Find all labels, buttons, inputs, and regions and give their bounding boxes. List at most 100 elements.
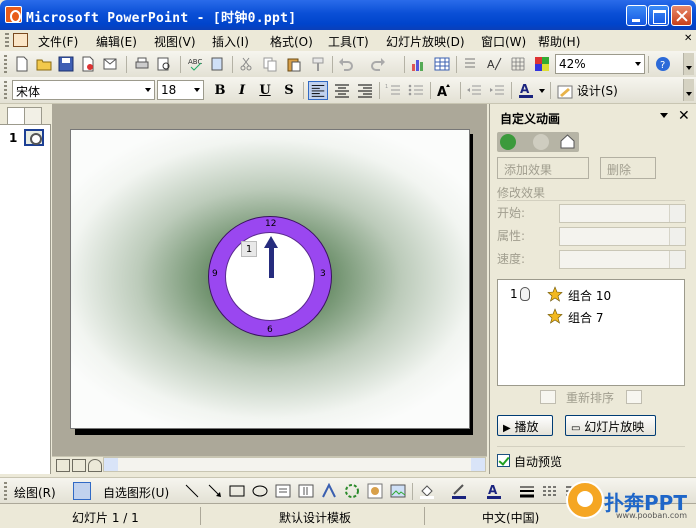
- arrow-icon[interactable]: [207, 483, 223, 499]
- toolbar-grip[interactable]: [4, 81, 7, 100]
- slide-thumbnail[interactable]: [24, 129, 44, 146]
- diagram-icon[interactable]: [344, 483, 360, 499]
- wordart-icon[interactable]: [321, 483, 337, 499]
- bold-button[interactable]: B: [210, 81, 230, 100]
- forward-icon[interactable]: [533, 134, 549, 150]
- spelling-icon[interactable]: ABC: [188, 56, 204, 72]
- close-button[interactable]: [671, 5, 692, 26]
- menu-tools[interactable]: 工具(T): [328, 33, 369, 50]
- italic-button[interactable]: I: [232, 81, 252, 100]
- animation-order-tag[interactable]: 1: [241, 241, 257, 257]
- outline-tab[interactable]: [7, 107, 25, 124]
- chevron-down-icon[interactable]: [660, 113, 668, 118]
- toolbar-overflow-button[interactable]: [683, 79, 694, 101]
- toolbar-overflow-button[interactable]: [683, 53, 694, 75]
- decrease-indent-icon[interactable]: [466, 82, 482, 98]
- maximize-button[interactable]: [648, 5, 669, 26]
- move-up-button[interactable]: [540, 390, 556, 404]
- shadow-button[interactable]: S: [279, 81, 299, 100]
- chevron-down-icon[interactable]: [539, 89, 545, 93]
- vertical-textbox-icon[interactable]: [298, 483, 314, 499]
- chevron-down-icon[interactable]: [635, 62, 641, 66]
- line-color-icon[interactable]: [451, 483, 467, 499]
- clipart-icon[interactable]: [367, 483, 383, 499]
- menu-view[interactable]: 视图(V): [154, 33, 196, 50]
- chevron-down-icon[interactable]: [145, 88, 151, 92]
- menu-edit[interactable]: 编辑(E): [96, 33, 137, 50]
- menu-window[interactable]: 窗口(W): [481, 33, 526, 50]
- line-style-icon[interactable]: [519, 483, 535, 499]
- powerpoint-app-icon[interactable]: [5, 6, 22, 23]
- scroll-left-button[interactable]: [104, 458, 118, 471]
- numbering-icon[interactable]: 1: [385, 82, 401, 98]
- insert-chart-icon[interactable]: [410, 56, 426, 72]
- bullets-icon[interactable]: [408, 82, 424, 98]
- menu-format[interactable]: 格式(O): [270, 33, 313, 50]
- select-pointer-icon[interactable]: [73, 482, 91, 500]
- open-icon[interactable]: [36, 56, 52, 72]
- underline-button[interactable]: U: [255, 81, 275, 100]
- rectangle-icon[interactable]: [229, 483, 245, 499]
- font-size-combo[interactable]: 18: [157, 80, 204, 100]
- fill-color-icon[interactable]: [419, 483, 435, 499]
- slides-tab[interactable]: [24, 107, 42, 124]
- document-icon[interactable]: [13, 33, 28, 47]
- move-down-button[interactable]: [626, 390, 642, 404]
- start-select[interactable]: [559, 204, 686, 223]
- print-icon[interactable]: [134, 56, 150, 72]
- horizontal-scrollbar[interactable]: [103, 457, 486, 472]
- menu-grip[interactable]: [5, 33, 9, 48]
- new-icon[interactable]: [14, 56, 30, 72]
- slideshow-button[interactable]: ▭ 幻灯片放映: [565, 415, 656, 436]
- list-item[interactable]: 组合 7: [498, 306, 684, 326]
- expand-all-icon[interactable]: [462, 56, 478, 72]
- menu-insert[interactable]: 插入(I): [212, 33, 249, 50]
- format-painter-icon[interactable]: [310, 56, 326, 72]
- speed-select[interactable]: [559, 250, 686, 269]
- slide-sorter-view-icon[interactable]: [72, 459, 86, 472]
- undo-icon[interactable]: [338, 56, 354, 72]
- print-preview-icon[interactable]: [156, 56, 172, 72]
- autopreview-checkbox[interactable]: [497, 454, 510, 467]
- line-icon[interactable]: [184, 483, 200, 499]
- close-icon[interactable]: ✕: [678, 108, 690, 124]
- show-formatting-icon[interactable]: A: [486, 56, 502, 72]
- color-grayscale-icon[interactable]: [534, 56, 550, 72]
- scroll-right-button[interactable]: [471, 458, 485, 471]
- slideshow-view-icon[interactable]: [88, 459, 102, 472]
- zoom-combo[interactable]: 42%: [555, 54, 645, 74]
- align-left-icon[interactable]: [308, 81, 328, 100]
- redo-icon[interactable]: [370, 56, 386, 72]
- font-combo[interactable]: 宋体: [12, 80, 155, 100]
- toolbar-grip[interactable]: [4, 55, 7, 74]
- menu-close-icon[interactable]: ✕: [684, 33, 693, 47]
- list-item[interactable]: 1 组合 10: [498, 284, 684, 304]
- align-right-icon[interactable]: [355, 81, 375, 100]
- menu-slideshow[interactable]: 幻灯片放映(D): [386, 33, 465, 50]
- permission-icon[interactable]: [80, 56, 96, 72]
- save-icon[interactable]: [58, 56, 74, 72]
- menu-file[interactable]: 文件(F): [38, 33, 78, 50]
- increase-indent-icon[interactable]: [489, 82, 505, 98]
- home-icon[interactable]: [559, 133, 576, 150]
- email-icon[interactable]: [102, 56, 118, 72]
- drawing-font-color-icon[interactable]: A: [486, 483, 502, 499]
- minimize-button[interactable]: [626, 5, 647, 26]
- draw-menu-button[interactable]: 绘图(R): [14, 484, 56, 501]
- toolbar-grip[interactable]: [4, 482, 7, 501]
- menu-help[interactable]: 帮助(H): [538, 33, 580, 50]
- dash-style-icon[interactable]: [542, 483, 558, 499]
- copy-icon[interactable]: [262, 56, 278, 72]
- autoshapes-menu-button[interactable]: 自选图形(U): [103, 484, 169, 501]
- research-icon[interactable]: [210, 56, 226, 72]
- oval-icon[interactable]: [252, 483, 268, 499]
- chevron-down-icon[interactable]: [194, 88, 200, 92]
- increase-font-icon[interactable]: A: [436, 82, 452, 98]
- play-button[interactable]: ▶ 播放: [497, 415, 553, 436]
- add-effect-button[interactable]: 添加效果: [497, 157, 589, 179]
- textbox-icon[interactable]: [275, 483, 291, 499]
- font-color-icon[interactable]: A: [518, 82, 534, 98]
- align-center-icon[interactable]: [332, 81, 352, 100]
- help-icon[interactable]: ?: [655, 56, 671, 72]
- show-grid-icon[interactable]: [510, 56, 526, 72]
